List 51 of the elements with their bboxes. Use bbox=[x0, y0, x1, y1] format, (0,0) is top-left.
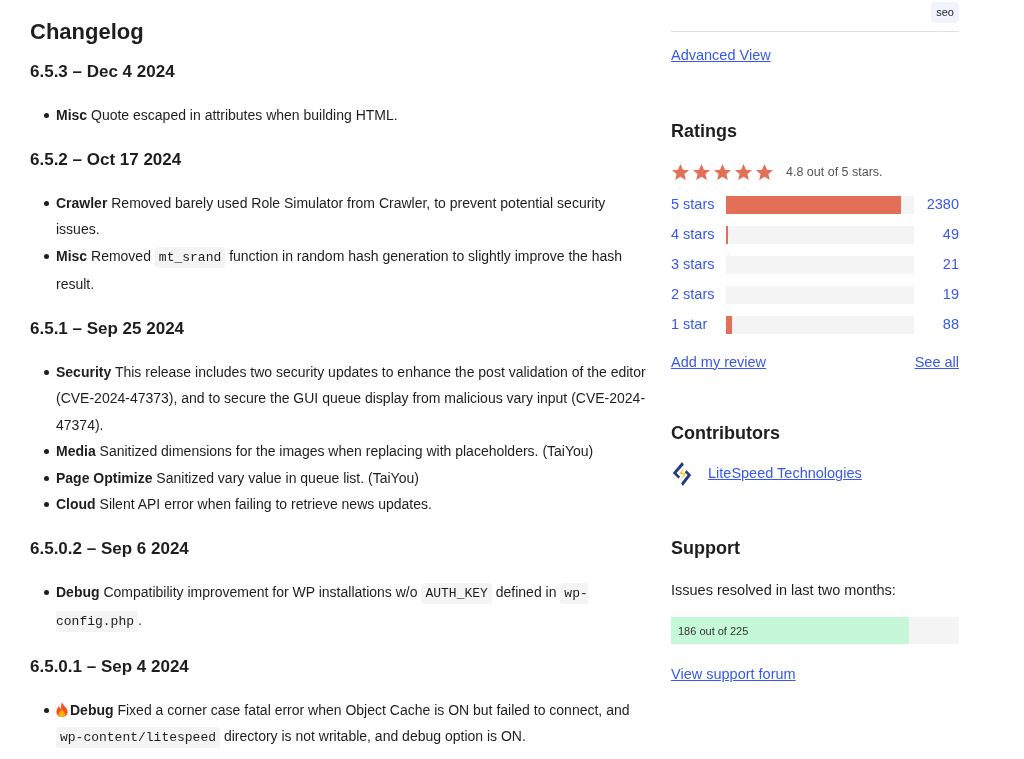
version-heading: 6.5.3 – Dec 4 2024 bbox=[30, 61, 176, 83]
bullet-icon bbox=[44, 449, 49, 454]
see-all-link[interactable]: See all bbox=[914, 351, 959, 374]
contributor-link[interactable]: LiteSpeed Technologies bbox=[708, 463, 862, 486]
support-text: Issues resolved in last two months: bbox=[671, 581, 897, 601]
bullet-icon bbox=[44, 113, 49, 118]
section-heading: Support bbox=[671, 537, 741, 561]
changelog-entry: Page Optimize Sanitized vary value in queue list. (TaiYou) bbox=[56, 468, 420, 488]
star-icon bbox=[755, 162, 774, 182]
section-heading: Ratings bbox=[671, 119, 738, 143]
rating-count: 49 bbox=[941, 224, 959, 244]
rating-count: 88 bbox=[941, 314, 959, 334]
rating-count: 21 bbox=[941, 254, 959, 274]
changelog-entry: Crawler Removed barely used Role Simulator from Crawler, to prevent potential security issues. bbox=[56, 193, 607, 239]
rating-link[interactable]: 3 stars bbox=[671, 253, 726, 276]
changelog-entry: Misc Quote escaped in attributes when building HTML. bbox=[56, 106, 399, 125]
rating-link[interactable]: 2 stars bbox=[671, 283, 726, 306]
rating-count: 19 bbox=[941, 284, 959, 304]
version-heading: 6.5.1 – Sep 25 2024 bbox=[30, 317, 186, 340]
bullet-icon bbox=[44, 707, 49, 713]
rating-link[interactable]: 4 stars bbox=[671, 223, 726, 246]
version-heading: 6.5.0.2 – Sep 6 2024 bbox=[30, 537, 190, 560]
section-heading: Contributors bbox=[671, 422, 781, 446]
changelog-entry: Debug Fixed a corner case fatal error when Object Cache is ON but failed to connect, and wp-content/litespeed directory is not writable, and debug option is ON. bbox=[56, 696, 651, 752]
rating-link[interactable]: 5 stars bbox=[671, 193, 726, 216]
bullet-icon bbox=[44, 369, 49, 375]
bullet-icon bbox=[44, 589, 49, 595]
advanced-view-link[interactable]: Advanced View bbox=[671, 46, 771, 63]
rating-summary: 4.8 out of 5 stars. bbox=[786, 163, 883, 181]
version-heading: 6.5.2 – Oct 17 2024 bbox=[30, 148, 183, 171]
bullet-icon bbox=[44, 475, 49, 481]
changelog-entry: Misc Removed mt_srand function in random hash generation to slightly improve the hash result. bbox=[56, 245, 624, 294]
support-reading: 186 out of 225 bbox=[678, 624, 749, 639]
bullet-icon bbox=[44, 502, 49, 507]
star-icon bbox=[734, 162, 753, 182]
bullet-icon bbox=[44, 253, 49, 259]
rating-count: 2380 bbox=[925, 194, 959, 214]
changelog-heading: Changelog bbox=[30, 18, 145, 46]
changelog-entry: Media Sanitized dimensions for the images when replacing with placeholders. (TaiYou) bbox=[56, 442, 595, 461]
star-icon bbox=[713, 162, 732, 182]
logo-icon bbox=[671, 462, 693, 487]
star-icon bbox=[692, 162, 711, 182]
changelog-entry: Security This release includes two security updates to enhance the post validation of the editor (CVE-2024-47373), and to secure the GUI queue display from malicious vary input (CVE-2024-47374). bbox=[56, 362, 647, 435]
version-heading: 6.5.0.1 – Sep 4 2024 bbox=[30, 655, 190, 678]
bullet-icon bbox=[44, 200, 49, 206]
add-review-link[interactable]: Add my review bbox=[671, 351, 767, 374]
tag-chip[interactable]: seo bbox=[931, 2, 959, 23]
support-forum-link[interactable]: View support forum bbox=[671, 666, 796, 682]
star-icon bbox=[671, 162, 690, 182]
changelog-entry: Cloud Silent API error when failing to retrieve news updates. bbox=[56, 495, 433, 514]
rating-link[interactable]: 1 star bbox=[671, 313, 726, 336]
